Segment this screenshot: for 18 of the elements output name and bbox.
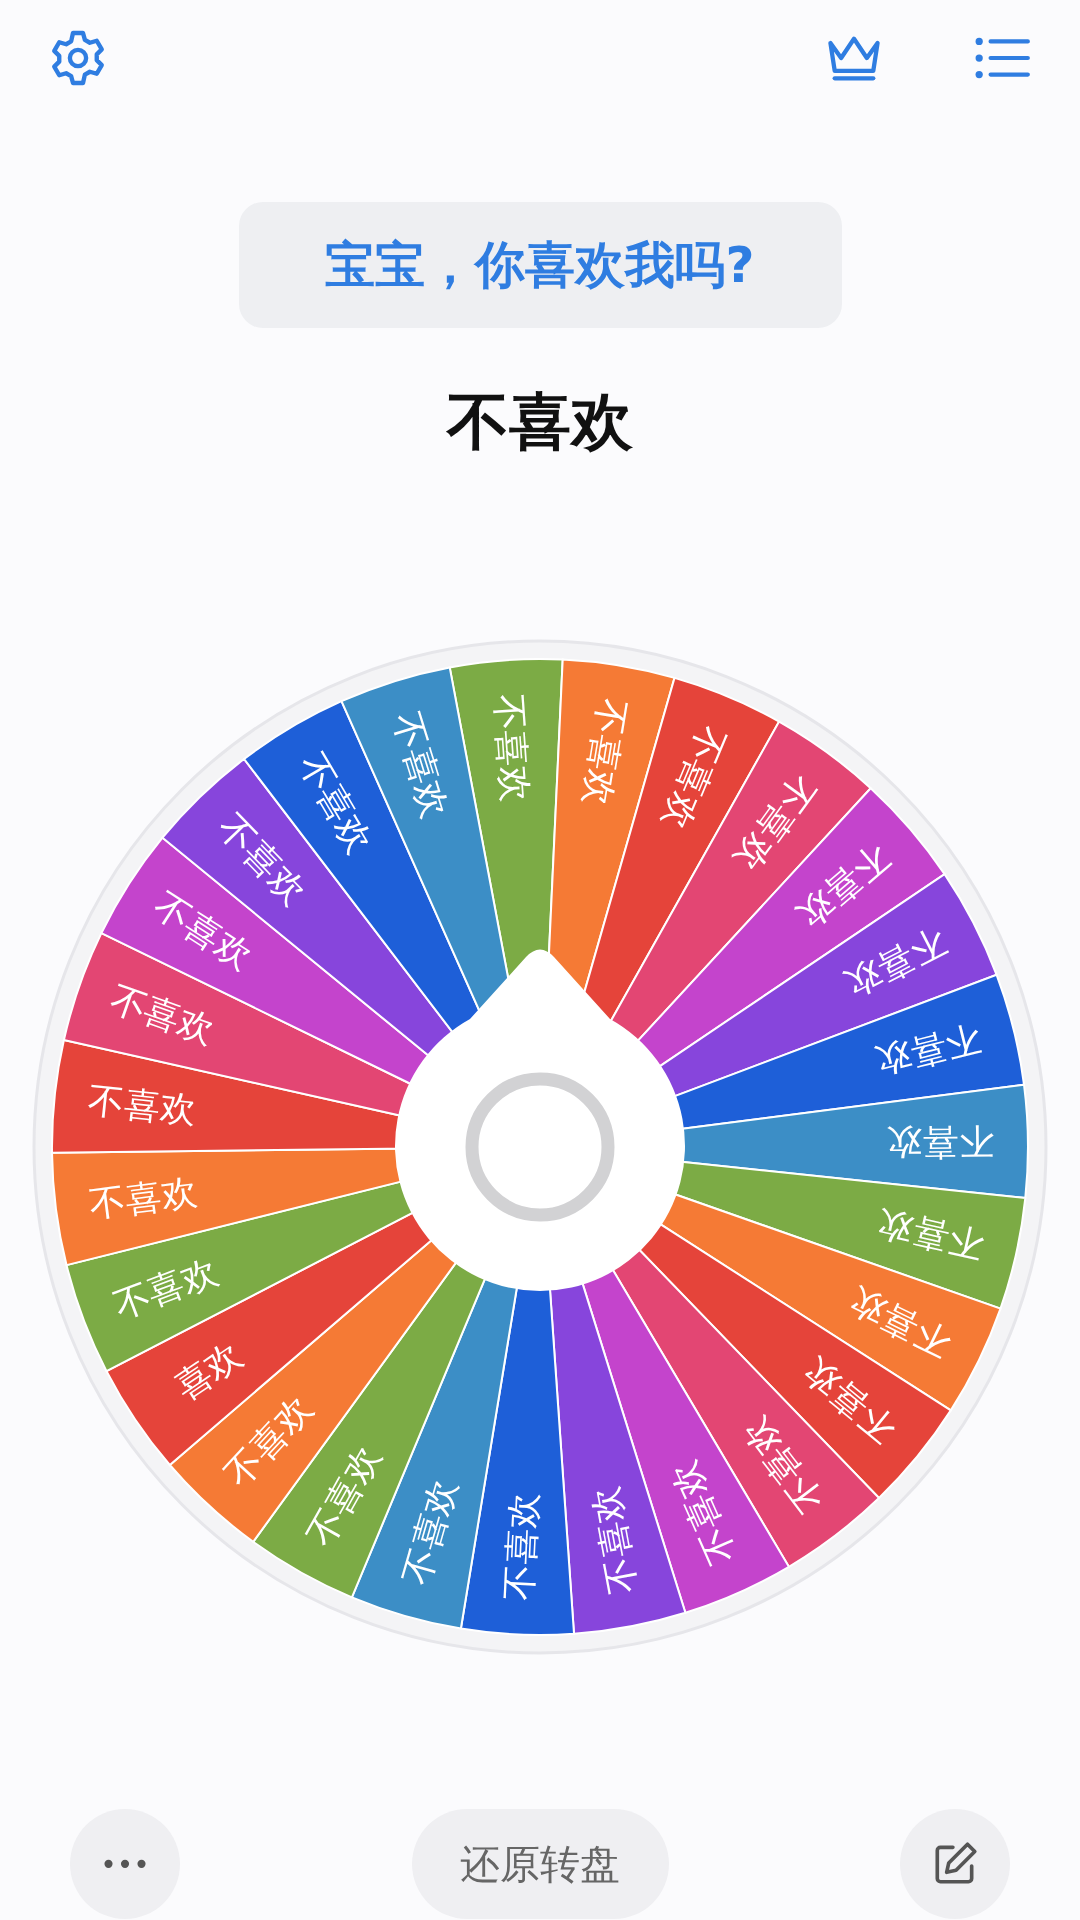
more-button[interactable]: ••• [70, 1809, 180, 1919]
question-banner: 宝宝，你喜欢我吗? [238, 202, 842, 328]
segment-label: 不喜欢 [104, 977, 221, 1052]
segment-label: 不喜欢 [385, 707, 457, 823]
segment-label: 不喜欢 [885, 1121, 995, 1164]
spin-hub[interactable] [395, 949, 685, 1291]
segment-label: 不喜欢 [87, 1170, 200, 1226]
segment-label: 不喜欢 [86, 1079, 199, 1132]
segment-label: 不喜欢 [575, 695, 634, 809]
segment-label: 不喜欢 [107, 1249, 224, 1327]
segment-label: 不喜欢 [870, 1017, 986, 1084]
segment-label: 不喜欢 [873, 1202, 988, 1267]
result-text: 不喜欢 [447, 384, 633, 460]
reset-button[interactable]: 还原转盘 [411, 1809, 669, 1919]
segment-label: 不喜欢 [498, 1491, 545, 1602]
segment-label: 不喜欢 [487, 692, 537, 804]
segment-label: 不喜欢 [583, 1483, 645, 1597]
segment-label: 不喜欢 [395, 1473, 465, 1590]
